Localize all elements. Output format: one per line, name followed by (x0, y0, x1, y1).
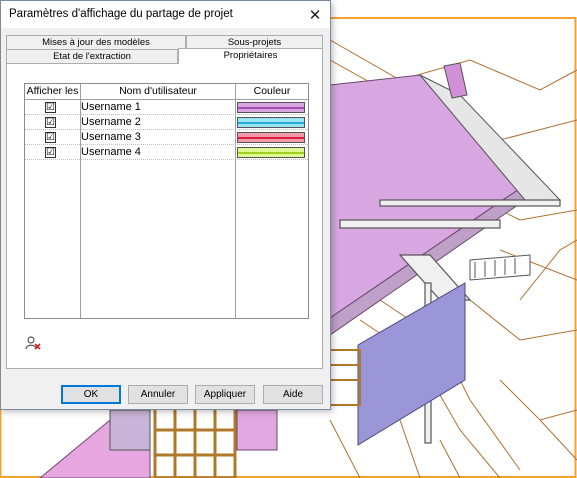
show-checkbox[interactable]: ☑ (45, 132, 56, 143)
header-show[interactable]: Afficher les (25, 84, 80, 100)
dialog-title: Paramètres d'affichage du partage de pro… (9, 8, 233, 20)
show-checkbox[interactable]: ☑ (45, 117, 56, 128)
table-row: ☑ Username 4 (25, 145, 308, 160)
color-swatch[interactable] (237, 147, 305, 158)
close-icon[interactable]: ✕ (300, 1, 330, 28)
tab-model-updates[interactable]: Mises à jour des modèles (6, 35, 186, 49)
cancel-button[interactable]: Annuler (128, 385, 188, 404)
table-row: ☑ Username 3 (25, 130, 308, 145)
show-checkbox[interactable]: ☑ (45, 102, 56, 113)
table-row: ☑ Username 2 (25, 115, 308, 130)
apply-button[interactable]: Appliquer (195, 385, 255, 404)
header-color[interactable]: Couleur (236, 84, 308, 100)
username-cell: Username 2 (81, 116, 141, 128)
table-row: ☑ Username 1 (25, 100, 308, 115)
header-username[interactable]: Nom d'utilisateur (81, 84, 235, 100)
tab-worksets[interactable]: Sous-projets (186, 35, 323, 49)
owners-grid[interactable]: Afficher les Nom d'utilisateur Couleur ☑… (24, 83, 309, 319)
ok-button[interactable]: OK (61, 385, 121, 404)
project-sharing-display-dialog: Paramètres d'affichage du partage de pro… (0, 0, 331, 410)
username-cell: Username 4 (81, 146, 141, 158)
tab-panel-owners: Afficher les Nom d'utilisateur Couleur ☑… (6, 63, 323, 369)
color-swatch[interactable] (237, 102, 305, 113)
tab-owners[interactable]: Propriétaires (178, 48, 323, 64)
color-swatch[interactable] (237, 132, 305, 143)
remove-user-icon[interactable] (25, 336, 41, 350)
username-cell: Username 1 (81, 101, 141, 113)
title-bar: Paramètres d'affichage du partage de pro… (1, 1, 330, 28)
show-checkbox[interactable]: ☑ (45, 147, 56, 158)
username-cell: Username 3 (81, 131, 141, 143)
color-swatch[interactable] (237, 117, 305, 128)
tab-checkout-status[interactable]: Etat de l'extraction (6, 49, 178, 63)
help-button[interactable]: Aide (263, 385, 323, 404)
